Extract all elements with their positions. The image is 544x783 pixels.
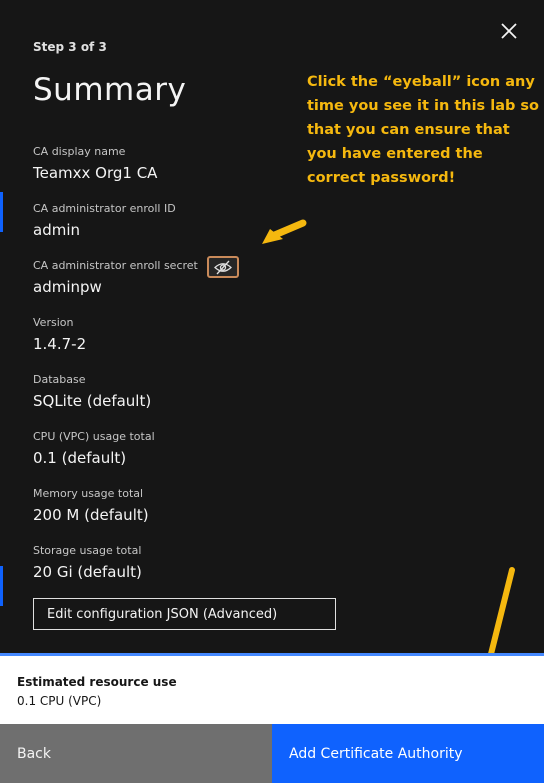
estimated-resource-section: Estimated resource use 0.1 CPU (VPC) (0, 653, 544, 724)
annotation-callout: Click the “eyeball” icon any time you se… (307, 74, 539, 186)
toggle-password-visibility-button[interactable] (207, 256, 239, 278)
page-title: Summary (33, 72, 187, 108)
field-value-cpu: 0.1 (default) (33, 449, 127, 467)
add-certificate-authority-button[interactable]: Add Certificate Authority (272, 724, 544, 783)
field-value-version: 1.4.7-2 (33, 335, 87, 353)
eye-off-icon (214, 260, 232, 275)
field-label-enroll-id: CA administrator enroll ID (33, 202, 176, 215)
panel-edge-accent (0, 192, 3, 232)
field-value-storage: 20 Gi (default) (33, 563, 142, 581)
field-value-database: SQLite (default) (33, 392, 152, 410)
field-label-memory: Memory usage total (33, 487, 144, 500)
edit-configuration-json-button[interactable]: Edit configuration JSON (Advanced) (33, 598, 336, 630)
resource-value: 0.1 CPU (VPC) (17, 694, 102, 708)
field-label-storage: Storage usage total (33, 544, 142, 557)
field-label-version: Version (33, 316, 74, 329)
resource-title: Estimated resource use (17, 675, 177, 689)
field-label-enroll-secret: CA administrator enroll secret (33, 259, 198, 272)
field-label-database: Database (33, 373, 86, 386)
close-icon (501, 23, 517, 39)
field-value-enroll-secret: adminpw (33, 278, 102, 296)
step-indicator: Step 3 of 3 (33, 40, 107, 54)
field-label-ca-display-name: CA display name (33, 145, 126, 158)
field-value-memory: 200 M (default) (33, 506, 149, 524)
panel-edge-accent (0, 566, 3, 606)
field-label-cpu: CPU (VPC) usage total (33, 430, 155, 443)
close-button[interactable] (494, 16, 524, 46)
field-value-enroll-id: admin (33, 221, 80, 239)
field-value-ca-display-name: Teamxx Org1 CA (33, 164, 158, 182)
back-button[interactable]: Back (0, 724, 272, 783)
